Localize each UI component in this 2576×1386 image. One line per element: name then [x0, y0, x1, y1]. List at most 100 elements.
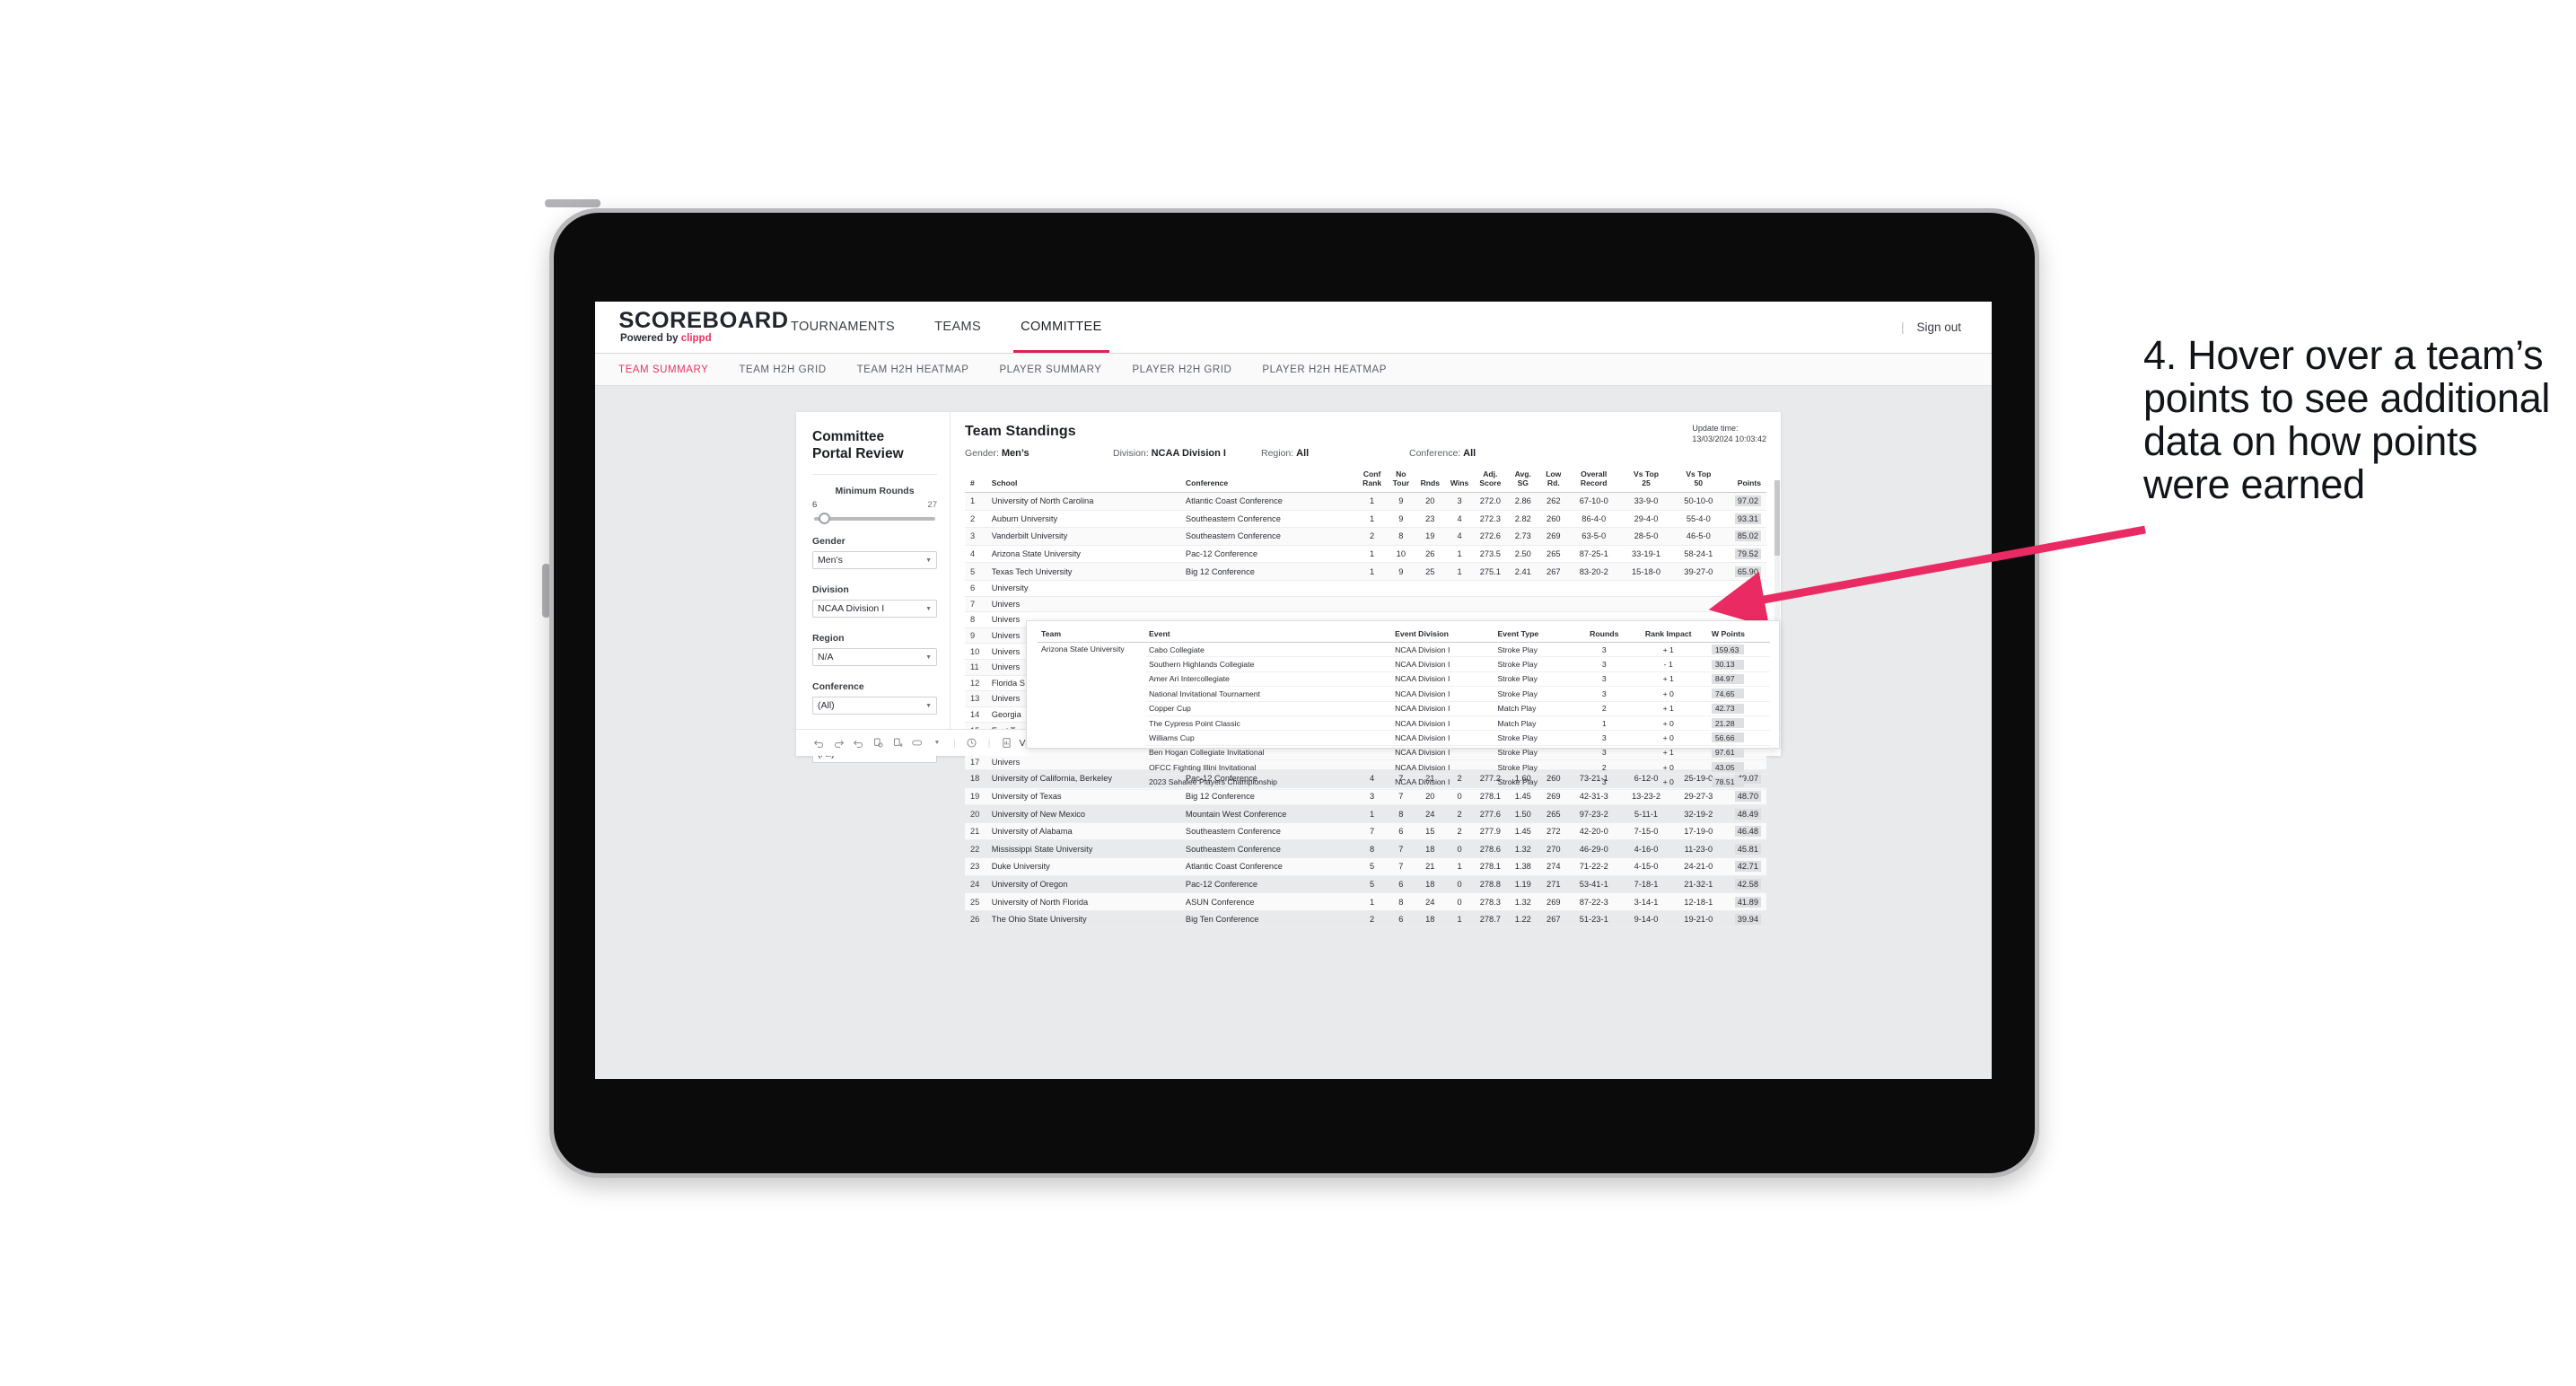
tooltip-rounds-cell: 3: [1579, 671, 1629, 688]
col-adj-score[interactable]: Adj. Score: [1474, 467, 1507, 493]
table-row[interactable]: 2 Auburn University Southeastern Conferenc…: [965, 510, 1766, 529]
table-row[interactable]: 21 University of Alabama Southeastern Conf…: [965, 822, 1766, 841]
tablet-power-button[interactable]: [545, 199, 600, 207]
tooltip-division-cell: NCAA Division I: [1391, 730, 1494, 746]
table-row[interactable]: 1 University of North Carolina Atlantic Co…: [965, 492, 1766, 511]
cell-school: University of New Mexico: [988, 804, 1183, 823]
region-select[interactable]: N/A ▼: [812, 648, 937, 666]
tooltip-wpoints-value: 78.51: [1711, 776, 1744, 787]
col-points[interactable]: Points: [1724, 467, 1766, 493]
points-value: 42.71: [1734, 861, 1761, 873]
cell-pts[interactable]: 39.94: [1724, 910, 1766, 929]
tooltip-impact-cell: + 0: [1628, 686, 1708, 702]
cell-adj: 272.6: [1474, 527, 1507, 546]
col-overall-rec[interactable]: Overall Record: [1567, 467, 1620, 493]
cell-rec: 87-22-3: [1567, 892, 1620, 911]
tab-team-h2h-grid[interactable]: TEAM H2H GRID: [739, 364, 846, 375]
col-conf-rank[interactable]: Conf Rank: [1357, 467, 1388, 493]
table-row[interactable]: 23 Duke University Atlantic Coast Conferen…: [965, 857, 1766, 876]
table-row[interactable]: 26 The Ohio State University Big Ten Confe…: [965, 910, 1766, 929]
tab-player-h2h-heatmap[interactable]: PLAYER H2H HEATMAP: [1262, 364, 1406, 375]
view-icon[interactable]: [996, 737, 1016, 749]
sign-out-area: | Sign out: [1901, 302, 1961, 353]
table-row[interactable]: 7 Univers: [965, 596, 1766, 613]
chevron-down-icon[interactable]: ▼: [927, 740, 947, 746]
tooltip-impact-cell: + 0: [1628, 715, 1708, 732]
division-label: Division: [812, 584, 849, 595]
cell-pts[interactable]: 41.89: [1724, 892, 1766, 911]
tooltip-type-cell: Match Play: [1494, 715, 1580, 732]
cell-wins: 4: [1445, 510, 1475, 529]
col-vs-top-25[interactable]: Vs Top 25: [1619, 467, 1673, 493]
slider-handle[interactable]: [819, 513, 831, 524]
col-wins[interactable]: Wins: [1445, 467, 1475, 493]
table-row[interactable]: 3 Vanderbilt University Southeastern Confe…: [965, 527, 1766, 546]
col-rnds[interactable]: Rnds: [1415, 467, 1445, 493]
nav-committee[interactable]: COMMITTEE: [1001, 302, 1122, 353]
cell-n: 22: [965, 839, 989, 859]
cell-crank: 8: [1357, 839, 1388, 859]
cell-wins: 0: [1445, 839, 1475, 859]
cell-low: 260: [1539, 510, 1568, 529]
table-row[interactable]: 6 University: [965, 580, 1766, 597]
cell-n: 17: [965, 754, 989, 771]
table-row[interactable]: 5 Texas Tech University Big 12 Conference 1…: [965, 562, 1766, 581]
cell-rnds: 19: [1415, 527, 1445, 546]
redo-icon[interactable]: [828, 737, 848, 749]
cell-pts[interactable]: 48.49: [1724, 804, 1766, 823]
cell-pts[interactable]: 45.81: [1724, 839, 1766, 859]
pause-auto-update-icon[interactable]: [962, 737, 982, 749]
cell-pts[interactable]: 42.58: [1724, 875, 1766, 894]
revert-icon[interactable]: [848, 737, 868, 749]
slider-min-value: 6: [812, 500, 818, 510]
cell-pts[interactable]: 42.71: [1724, 857, 1766, 876]
table-row[interactable]: 19 University of Texas Big 12 Conference 3 7…: [965, 787, 1766, 806]
nav-tournaments[interactable]: TOURNAMENTS: [771, 302, 915, 353]
tab-player-h2h-grid[interactable]: PLAYER H2H GRID: [1132, 364, 1251, 375]
tab-team-h2h-heatmap[interactable]: TEAM H2H HEATMAP: [857, 364, 989, 375]
pause-icon[interactable]: [888, 737, 907, 749]
cell-rec: [1567, 580, 1620, 597]
tooltip-type-cell: Match Play: [1494, 701, 1580, 716]
points-value: 42.58: [1734, 878, 1761, 890]
cell-t25: 9-14-0: [1619, 910, 1673, 929]
cell-pts[interactable]: 48.70: [1724, 787, 1766, 806]
col-rank[interactable]: #: [965, 467, 989, 493]
table-row[interactable]: 4 Arizona State University Pac-12 Conferen…: [965, 545, 1766, 564]
sign-out-link[interactable]: Sign out: [1916, 320, 1961, 334]
brand-logo[interactable]: SCOREBOARD Powered by clippd: [595, 302, 788, 353]
col-no-tour[interactable]: No Tour: [1387, 467, 1415, 493]
tooltip-wpoints-value: 21.28: [1711, 718, 1744, 729]
col-low-rd[interactable]: Low Rd.: [1539, 467, 1568, 493]
cell-pts[interactable]: 97.02: [1724, 492, 1766, 511]
cell-rec: 42-20-0: [1567, 822, 1620, 841]
nav-teams[interactable]: TEAMS: [915, 302, 1001, 353]
highlight-icon[interactable]: [907, 737, 927, 749]
table-row[interactable]: 24 University of Oregon Pac-12 Conference 5…: [965, 875, 1766, 894]
refresh-icon[interactable]: [868, 737, 888, 749]
table-row[interactable]: 25 University of North Florida ASUN Confer…: [965, 892, 1766, 911]
col-avg-sg[interactable]: Avg. SG: [1506, 467, 1539, 493]
tab-team-summary[interactable]: TEAM SUMMARY: [618, 364, 728, 375]
cell-t50: 50-10-0: [1672, 492, 1725, 511]
cell-rnds: 23: [1415, 510, 1445, 529]
tooltip-header: Team Event Event Division Event Type Rou…: [1038, 627, 1770, 643]
conference-select[interactable]: (All) ▼: [812, 697, 937, 715]
cell-t25: [1619, 596, 1673, 613]
cell-adj: [1474, 596, 1507, 613]
cell-school: University of North Carolina: [988, 492, 1183, 511]
table-row[interactable]: 22 Mississippi State University Southeaste…: [965, 839, 1766, 859]
col-conference[interactable]: Conference: [1182, 467, 1358, 493]
cell-pts[interactable]: 46.48: [1724, 822, 1766, 841]
col-vs-top-50[interactable]: Vs Top 50: [1672, 467, 1725, 493]
tab-player-summary[interactable]: PLAYER SUMMARY: [999, 364, 1121, 375]
undo-icon[interactable]: [809, 737, 828, 749]
cell-wins: 1: [1445, 910, 1475, 929]
division-select[interactable]: NCAA Division I ▼: [812, 600, 937, 618]
cell-adj: 275.1: [1474, 562, 1507, 581]
col-school[interactable]: School: [988, 467, 1183, 493]
table-row[interactable]: 20 University of New Mexico Mountain West …: [965, 804, 1766, 823]
minimum-rounds-slider[interactable]: [814, 513, 935, 524]
gender-select[interactable]: Men’s ▼: [812, 551, 937, 569]
cell-notour: 8: [1387, 527, 1415, 546]
